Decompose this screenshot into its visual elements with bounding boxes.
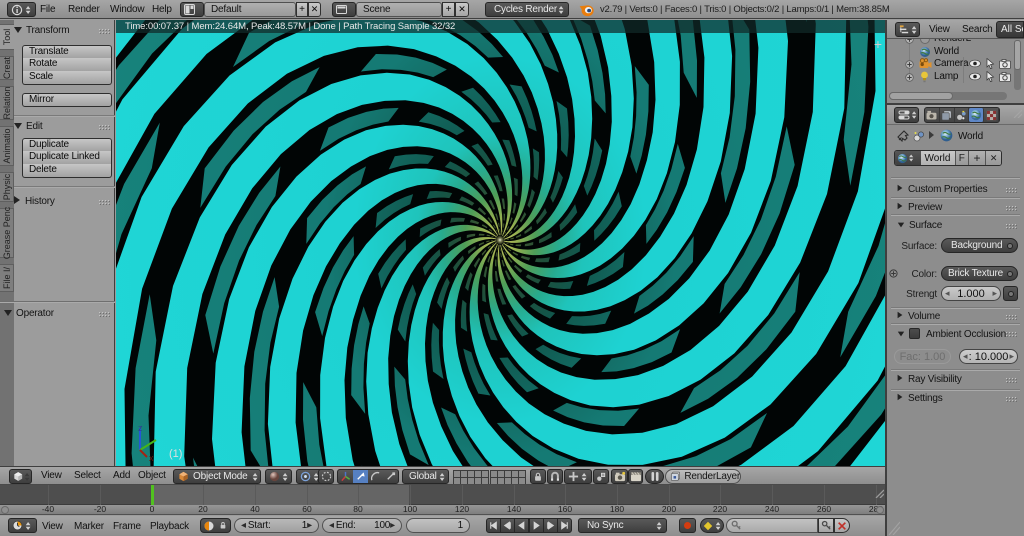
svg-text:z: z <box>138 423 143 433</box>
svg-text:■: ■ <box>673 475 676 481</box>
svg-text:x: x <box>149 453 154 463</box>
